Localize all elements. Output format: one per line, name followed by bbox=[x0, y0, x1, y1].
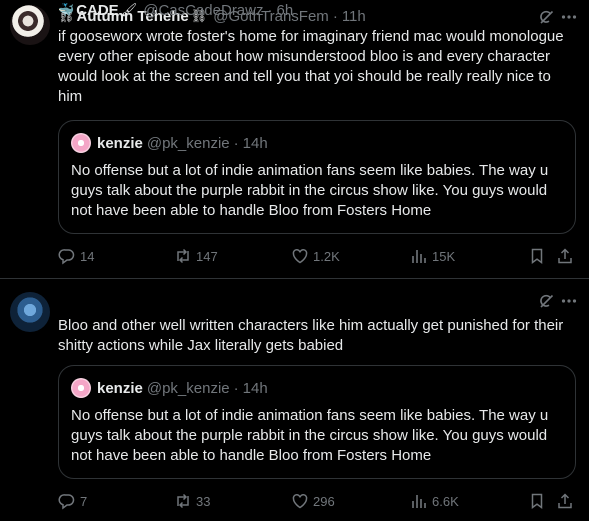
reply-count: 14 bbox=[80, 248, 95, 264]
whale-emoji: 🐳 bbox=[58, 2, 75, 17]
bookmark-icon[interactable] bbox=[528, 247, 546, 265]
separator-dot: · bbox=[233, 134, 239, 152]
views-button[interactable]: 6.6K bbox=[410, 492, 459, 510]
avatar[interactable] bbox=[10, 5, 50, 45]
repost-icon bbox=[177, 493, 189, 509]
tweet-text: if gooseworx wrote foster's home for ima… bbox=[58, 28, 564, 105]
grok-icon[interactable] bbox=[537, 292, 555, 310]
quote-timestamp: 14h bbox=[242, 379, 268, 397]
share-icon[interactable] bbox=[556, 247, 574, 265]
more-icon[interactable] bbox=[561, 8, 577, 26]
tweet-header: 🐳 CADE 🖌 @CasCadeDrawz · 6h bbox=[58, 0, 293, 20]
tweet[interactable]: ⛓ Autumn Tehehe ⛓ @GothTransFem · 11h if… bbox=[0, 0, 589, 279]
like-count: 296 bbox=[313, 493, 335, 509]
share-icon[interactable] bbox=[556, 492, 574, 510]
quote-author-name: kenzie bbox=[97, 134, 143, 152]
like-button[interactable]: 1.2K bbox=[291, 247, 340, 265]
separator-dot: · bbox=[267, 1, 273, 19]
quote-author-handle: @pk_kenzie bbox=[146, 379, 230, 397]
paintbrush-emoji: 🖌 bbox=[120, 2, 138, 17]
quote-author-handle: @pk_kenzie bbox=[146, 134, 230, 152]
quote-author-name: kenzie bbox=[97, 379, 143, 397]
view-count: 15K bbox=[432, 248, 456, 264]
repost-count: 33 bbox=[196, 493, 211, 509]
repost-icon bbox=[177, 248, 189, 264]
timeline: ⛓ Autumn Tehehe ⛓ @GothTransFem · 11h if… bbox=[0, 0, 589, 521]
reply-count: 7 bbox=[80, 493, 88, 509]
like-count: 1.2K bbox=[313, 248, 340, 264]
action-bar: 7 33 296 6.6K bbox=[58, 492, 578, 512]
separator-dot: · bbox=[332, 7, 338, 25]
avatar[interactable] bbox=[10, 292, 50, 332]
reply-button[interactable]: 14 bbox=[58, 247, 94, 265]
reply-button[interactable]: 7 bbox=[58, 492, 87, 510]
like-icon bbox=[292, 493, 308, 509]
quote-avatar bbox=[71, 133, 91, 153]
quote-avatar bbox=[71, 378, 91, 398]
separator-dot: · bbox=[233, 379, 239, 397]
quote-header: kenzie @pk_kenzie · 14h bbox=[71, 133, 268, 153]
like-button[interactable]: 296 bbox=[291, 492, 335, 510]
author-handle[interactable]: @CasCadeDrawz bbox=[143, 2, 263, 19]
like-icon bbox=[292, 248, 308, 264]
action-bar: 14 147 1.2K 15K bbox=[58, 247, 578, 267]
tweet-text: Bloo and other well written characters l… bbox=[58, 317, 564, 354]
views-icon bbox=[412, 495, 426, 508]
quote-header: kenzie @pk_kenzie · 14h bbox=[71, 378, 268, 398]
quoted-tweet[interactable]: kenzie @pk_kenzie · 14h No offense but a… bbox=[58, 365, 576, 479]
quote-text: No offense but a lot of indie animation … bbox=[71, 407, 549, 464]
timestamp[interactable]: 11h bbox=[342, 8, 366, 25]
quote-text: No offense but a lot of indie animation … bbox=[71, 162, 549, 219]
repost-button[interactable]: 33 bbox=[174, 492, 210, 510]
more-icon[interactable] bbox=[561, 292, 577, 310]
tweet[interactable]: Bloo and other well written characters l… bbox=[0, 280, 589, 521]
views-icon bbox=[412, 250, 426, 263]
grok-icon[interactable] bbox=[537, 8, 555, 26]
reply-icon bbox=[58, 494, 75, 510]
repost-count: 147 bbox=[196, 248, 218, 264]
bookmark-icon[interactable] bbox=[528, 492, 546, 510]
repost-button[interactable]: 147 bbox=[174, 247, 218, 265]
views-button[interactable]: 15K bbox=[410, 247, 455, 265]
timestamp[interactable]: 6h bbox=[276, 2, 293, 19]
reply-icon bbox=[58, 249, 75, 265]
quoted-tweet[interactable]: kenzie @pk_kenzie · 14h No offense but a… bbox=[58, 120, 576, 234]
author-name[interactable]: CADE bbox=[76, 2, 119, 19]
quote-timestamp: 14h bbox=[242, 134, 268, 152]
view-count: 6.6K bbox=[432, 493, 459, 509]
